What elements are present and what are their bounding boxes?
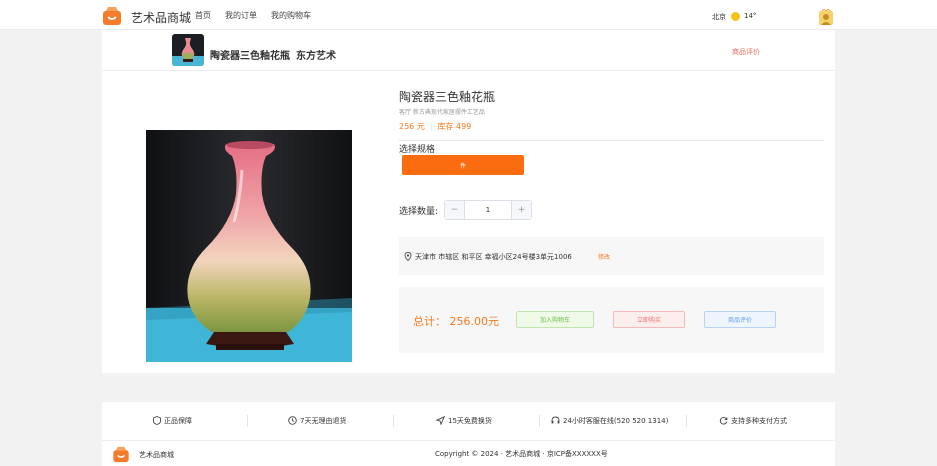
add-to-cart-button[interactable]: 加入购物车 — [516, 311, 594, 328]
top-navbar: 艺术品商城 首页 我的订单 我的购物车 北京 14° — [0, 0, 937, 30]
sticky-product-name: 陶瓷器三色釉花瓶 — [210, 51, 290, 62]
nav-home[interactable]: 首页 — [195, 10, 211, 21]
price-row: 256 元 | 库存 499 — [399, 122, 472, 131]
user-avatar-icon[interactable] — [819, 9, 833, 25]
feature-exchange: 15天免费换货 — [435, 415, 492, 426]
send-icon — [435, 415, 446, 426]
product-title: 陶瓷器三色釉花瓶 — [399, 90, 496, 104]
quantity-input[interactable]: 1 — [465, 201, 511, 219]
sticky-shop-name[interactable]: 东方艺术 — [296, 47, 336, 62]
brand-name[interactable]: 艺术品商城 — [131, 9, 191, 26]
address-text: 天津市 市辖区 和平区 幸福小区24号楼3单元1006 — [415, 253, 572, 261]
increment-button[interactable]: + — [511, 201, 531, 219]
copyright: Copyright © 2024 · 艺术品商城 · 京ICP备XXXXXX号 — [435, 450, 608, 458]
refresh-icon — [719, 417, 728, 425]
footer: 正品保障 7天无理由退货 15天免费换货 24小时客服在线(520 520 13… — [102, 402, 835, 466]
review-link[interactable]: 商品评价 — [732, 47, 760, 57]
spec-option-button[interactable]: 件 — [402, 155, 524, 175]
footer-logo-icon[interactable] — [112, 446, 130, 463]
sun-icon — [731, 12, 740, 21]
product-price: 256 元 — [399, 122, 425, 131]
product-panel: 陶瓷器三色釉花瓶 东方艺术 商品评价 陶瓷器三色釉花瓶 客厅 新古典现代家居摆件… — [102, 30, 835, 373]
quantity-stepper[interactable]: − 1 + — [444, 200, 532, 220]
product-stock: 库存 499 — [437, 122, 472, 131]
feature-authentic: 正品保障 — [153, 416, 192, 426]
sticky-product-header: 陶瓷器三色釉花瓶 东方艺术 商品评价 — [102, 30, 835, 71]
location-pin-icon — [404, 252, 412, 261]
headset-icon — [551, 416, 560, 424]
divider — [399, 140, 824, 141]
clock-icon — [288, 416, 297, 425]
product-image — [146, 130, 352, 362]
address-edit-link[interactable]: 修改 — [598, 252, 610, 261]
address-box: 天津市 市辖区 和平区 幸福小区24号楼3单元1006 修改 — [399, 237, 824, 275]
quantity-label: 选择数量: — [399, 207, 439, 217]
buy-now-button[interactable]: 立即购买 — [613, 311, 685, 328]
decrement-button[interactable]: − — [445, 201, 465, 219]
total-price: 总计： 256.00元 — [413, 315, 499, 328]
shield-icon — [153, 416, 161, 425]
feature-payment: 支持多种支付方式 — [719, 416, 787, 426]
review-button[interactable]: 商品评价 — [704, 311, 776, 328]
weather-city: 北京 — [712, 13, 726, 21]
footer-brand[interactable]: 艺术品商城 — [139, 450, 174, 460]
weather-temp: 14° — [744, 12, 757, 20]
product-thumbnail — [172, 34, 204, 66]
feature-return: 7天无理由退货 — [288, 416, 346, 426]
product-subtitle: 客厅 新古典现代家居摆件工艺品 — [399, 109, 485, 116]
nav-cart[interactable]: 我的购物车 — [271, 10, 311, 21]
shop-logo-icon[interactable] — [102, 6, 122, 26]
feature-support: 24小时客服在线(520 520 1314) — [551, 416, 668, 426]
spec-label: 选择规格 — [399, 145, 436, 155]
nav-orders[interactable]: 我的订单 — [225, 10, 257, 21]
order-summary: 总计： 256.00元 加入购物车 立即购买 商品评价 — [399, 287, 824, 353]
